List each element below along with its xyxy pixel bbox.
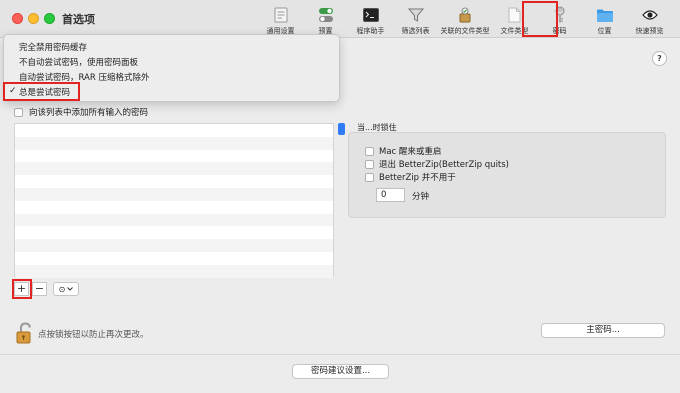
list-item[interactable] (15, 264, 333, 278)
menu-item-use-password-panel[interactable]: 不自动尝试密码，使用密码面板 (19, 56, 138, 68)
list-item[interactable] (15, 175, 333, 188)
tab-helper-apps-label: 程序助手 (356, 27, 385, 35)
idle-minutes-label: 分钟 (412, 192, 430, 202)
tab-helper-apps[interactable]: 程序助手 (348, 2, 393, 36)
filter-funnel-icon (407, 6, 425, 24)
close-window-button[interactable] (12, 13, 23, 24)
tab-advanced[interactable]: 高级 (672, 2, 680, 36)
preferences-window: 首选项 通用设置 预置 程序助手 筛选列表 关联的文件类型 文件类型 密码 位置… (0, 0, 680, 393)
menu-item-disable-cache[interactable]: 完全禁用密码缓存 (19, 41, 87, 53)
terminal-icon (362, 6, 380, 24)
padlock-icon[interactable] (16, 322, 34, 344)
tab-locations-label: 位置 (597, 27, 612, 35)
file-type-icon (506, 6, 524, 24)
file-association-icon (456, 6, 474, 24)
password-list[interactable] (14, 123, 334, 278)
tab-associated-file-types[interactable]: 关联的文件类型 (438, 2, 492, 36)
preferences-toolbar: 通用设置 预置 程序助手 筛选列表 关联的文件类型 文件类型 密码 位置 快速预… (258, 2, 680, 36)
minimize-window-button[interactable] (28, 13, 39, 24)
tab-filter-list-label: 筛选列表 (401, 27, 430, 35)
list-item[interactable] (15, 201, 333, 214)
list-item[interactable] (15, 239, 333, 252)
lock-on-wake-row[interactable]: Mac 醒来或重启 (365, 145, 441, 157)
password-suggestion-settings-button[interactable]: 密码建议设置... (292, 364, 389, 379)
tab-quick-look[interactable]: 快速预览 (627, 2, 672, 36)
lock-hint-text: 点按锁按钮以防止再次更改。 (38, 330, 149, 340)
action-menu-icon: ⊙ (58, 284, 66, 294)
add-button-highlight (12, 279, 32, 299)
lock-on-quit-label: 退出 BetterZip(BetterZip quits) (379, 160, 510, 170)
tab-associated-file-types-label: 关联的文件类型 (440, 27, 490, 35)
action-menu-button[interactable]: ⊙ (53, 282, 79, 296)
passwords-tab-highlight (522, 1, 558, 37)
lock-on-idle-checkbox[interactable] (365, 172, 374, 182)
lock-on-idle-row[interactable]: BetterZip 并不用于 (365, 171, 456, 183)
add-all-passwords-row[interactable]: 向该列表中添加所有输入的密码 (14, 106, 148, 118)
tab-filter-list[interactable]: 筛选列表 (393, 2, 438, 36)
add-all-passwords-checkbox[interactable] (14, 107, 23, 117)
master-password-button[interactable]: 主密码... (541, 323, 665, 338)
list-item[interactable] (15, 136, 333, 150)
tab-quick-look-label: 快速预览 (635, 27, 664, 35)
help-button[interactable]: ? (652, 51, 667, 66)
folder-icon (596, 6, 614, 24)
lock-options-group: Mac 醒来或重启 退出 BetterZip(BetterZip quits) … (348, 132, 666, 218)
lock-on-wake-checkbox[interactable] (365, 146, 374, 156)
general-settings-icon (272, 6, 290, 24)
always-try-highlight (3, 82, 80, 101)
list-item[interactable] (15, 213, 333, 227)
lock-on-idle-label: BetterZip 并不用于 (379, 173, 456, 183)
lock-on-quit-row[interactable]: 退出 BetterZip(BetterZip quits) (365, 158, 509, 170)
chevron-down-icon (67, 287, 74, 291)
list-item[interactable] (15, 226, 333, 239)
tab-presets[interactable]: 预置 (303, 2, 348, 36)
list-item[interactable] (15, 187, 333, 201)
presets-toggle-icon (317, 6, 335, 24)
lock-on-wake-label: Mac 醒来或重启 (379, 147, 442, 157)
idle-minutes-field[interactable]: 0 (376, 188, 405, 202)
popup-stepper-indicator[interactable] (338, 123, 345, 135)
lock-on-quit-checkbox[interactable] (365, 159, 374, 169)
eye-icon (641, 6, 659, 24)
footer-divider (0, 354, 680, 355)
window-title: 首选项 (62, 13, 95, 26)
list-item[interactable] (15, 150, 333, 163)
maximize-window-button[interactable] (44, 13, 55, 24)
tab-general-settings[interactable]: 通用设置 (258, 2, 303, 36)
title-bar: 首选项 通用设置 预置 程序助手 筛选列表 关联的文件类型 文件类型 密码 位置… (0, 0, 680, 38)
list-item[interactable] (15, 124, 333, 137)
list-item[interactable] (15, 162, 333, 176)
tab-locations[interactable]: 位置 (582, 2, 627, 36)
list-item[interactable] (15, 252, 333, 265)
remove-password-button[interactable]: − (32, 282, 47, 296)
add-all-passwords-label: 向该列表中添加所有输入的密码 (29, 108, 149, 118)
